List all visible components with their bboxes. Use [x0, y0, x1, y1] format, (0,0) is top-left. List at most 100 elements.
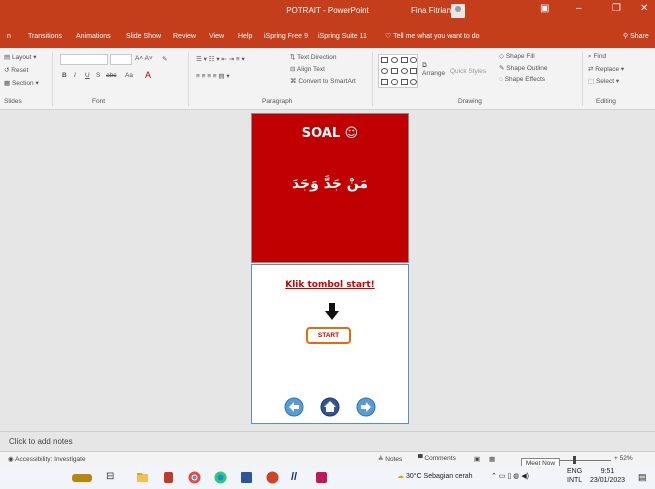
- language-label: ENG: [567, 468, 583, 475]
- app-slash-icon[interactable]: //: [291, 471, 304, 484]
- bold-button[interactable]: B: [62, 72, 67, 79]
- shadow-button[interactable]: S: [96, 72, 100, 79]
- strikethrough-button[interactable]: abc: [106, 72, 116, 79]
- weather-widget[interactable]: ☁ 30°C Sebagian cerah: [397, 472, 473, 480]
- language-layout-label: INTL: [567, 477, 583, 484]
- shapes-gallery[interactable]: [378, 54, 418, 88]
- shape-effects-button[interactable]: ◌ Shape Effects: [499, 76, 545, 83]
- bullets-icon[interactable]: ☰ ▾ ☷ ▾ ⇤ ⇥ ≡ ▾: [196, 55, 245, 63]
- divider: [372, 52, 373, 106]
- font-size-select[interactable]: [110, 54, 132, 65]
- find-button[interactable]: ⌕ Find: [588, 53, 606, 61]
- find-label: Find: [593, 53, 607, 60]
- chrome-icon[interactable]: [188, 471, 201, 484]
- divider: [52, 52, 53, 106]
- text-direction-button[interactable]: ⇅ Text Direction: [290, 53, 337, 61]
- home-icon[interactable]: [320, 397, 340, 417]
- arrange-button[interactable]: ⧉ Arrange: [422, 62, 445, 77]
- ribbon-display-icon[interactable]: ▣: [540, 3, 549, 14]
- quick-styles-button[interactable]: Quick Styles: [450, 68, 486, 75]
- grow-font-icon[interactable]: A˄ A˅: [135, 55, 153, 62]
- tab-review[interactable]: Review: [173, 33, 196, 40]
- close-icon[interactable]: ✕: [640, 3, 648, 14]
- notes-placeholder: Click to add notes: [9, 437, 73, 446]
- slide-top-panel[interactable]: SOAL ☺ مَنْ جَدَّ وَجَدَ: [251, 113, 409, 263]
- paragraph-group-label: Paragraph: [262, 98, 293, 105]
- file-explorer-icon[interactable]: [136, 471, 149, 484]
- maximize-icon[interactable]: ❐: [612, 3, 621, 14]
- change-case-button[interactable]: Aa: [125, 72, 133, 79]
- select-button[interactable]: ⬚ Select ▾: [588, 77, 619, 85]
- clock-date: 23/01/2023: [590, 477, 626, 484]
- weather-icon: ☁: [397, 473, 404, 480]
- tab-animations[interactable]: Animations: [76, 33, 111, 40]
- font-name-select[interactable]: [60, 54, 108, 65]
- tab-help[interactable]: Help: [238, 33, 252, 40]
- word-icon[interactable]: [240, 471, 253, 484]
- notification-icon[interactable]: ▤: [638, 472, 647, 483]
- notes-toggle[interactable]: ≜ Notes: [378, 455, 402, 463]
- accessibility-label: Accessibility: Investigate: [15, 456, 86, 463]
- tab-slide-show[interactable]: Slide Show: [126, 33, 161, 40]
- tab-transitions[interactable]: Transitions: [28, 33, 62, 40]
- slide-title: SOAL ☺: [301, 126, 359, 141]
- back-arrow-icon[interactable]: [284, 397, 304, 417]
- tab-home-partial[interactable]: n: [7, 33, 11, 40]
- start-button[interactable]: START: [306, 327, 351, 344]
- convert-smartart-label: Convert to SmartArt: [298, 78, 356, 85]
- select-label: Select: [595, 78, 615, 85]
- align-text-label: Align Text: [296, 66, 325, 73]
- start-prompt: Klik tombol start!: [285, 280, 375, 290]
- editing-group-label: Editing: [596, 98, 616, 105]
- underline-button[interactable]: U: [85, 72, 90, 79]
- section-label: Section: [11, 80, 34, 87]
- reset-button[interactable]: ↺ Reset: [4, 66, 28, 74]
- avatar[interactable]: [451, 4, 465, 18]
- align-text-button[interactable]: ⊟ Align Text: [290, 65, 325, 73]
- system-tray-icons[interactable]: ⌃ ▭ ▯ ◍ ◀): [491, 472, 529, 480]
- clear-formatting-icon[interactable]: ✎: [162, 55, 167, 63]
- zoom-slider-thumb[interactable]: [573, 456, 576, 464]
- powerpoint-icon[interactable]: [266, 471, 279, 484]
- minimize-icon[interactable]: –: [576, 3, 582, 14]
- clock[interactable]: 9:51 23/01/2023: [590, 467, 625, 485]
- layout-label: Layout: [11, 54, 32, 61]
- app-icon[interactable]: [162, 471, 175, 484]
- edge-icon[interactable]: [214, 471, 227, 484]
- ribbon-tabs: n Transitions Animations Slide Show Revi…: [0, 22, 655, 48]
- accessibility-status[interactable]: ◉ Accessibility: Investigate: [8, 455, 86, 463]
- task-view-icon[interactable]: ⊟: [106, 471, 119, 484]
- user-name[interactable]: Fina Fitriana: [411, 6, 455, 15]
- zoom-level[interactable]: + 52%: [614, 455, 633, 462]
- convert-smartart-button[interactable]: ⌘ Convert to SmartArt: [290, 77, 356, 85]
- lightbulb-icon: ♡: [385, 33, 392, 40]
- italic-button[interactable]: I: [74, 72, 76, 79]
- normal-view-icon[interactable]: ▣: [474, 455, 480, 463]
- notes-label: Notes: [385, 456, 403, 463]
- slide-sorter-icon[interactable]: ▦: [489, 455, 495, 463]
- font-color-button[interactable]: A: [145, 70, 151, 80]
- text-direction-label: Text Direction: [297, 54, 337, 61]
- media-app-icon[interactable]: [315, 471, 328, 484]
- forward-arrow-icon[interactable]: [356, 397, 376, 417]
- tab-ispring-free[interactable]: iSpring Free 9: [264, 33, 308, 40]
- tell-me-search[interactable]: ♡ Tell me what you want to do: [385, 32, 480, 40]
- shape-outline-label: Shape Outline: [506, 65, 548, 72]
- layout-button[interactable]: ▤ Layout ▾: [4, 53, 37, 61]
- tab-view[interactable]: View: [209, 33, 224, 40]
- replace-button[interactable]: ⇄ Replace ▾: [588, 65, 624, 73]
- title-bar: POTRAIT - PowerPoint Fina Fitriana ▣ – ❐…: [0, 0, 655, 22]
- section-button[interactable]: ▦ Section ▾: [4, 79, 39, 87]
- shape-fill-button[interactable]: ◇ Shape Fill: [499, 52, 535, 60]
- shape-outline-button[interactable]: ✎ Shape Outline: [499, 64, 547, 72]
- alignment-icons[interactable]: ≡ ≡ ≡ ≡ ▤ ▾: [196, 72, 230, 80]
- comments-toggle[interactable]: ▀ Comments: [418, 455, 456, 462]
- share-button[interactable]: ⚲ Share: [623, 32, 649, 40]
- slide-bottom-panel[interactable]: Klik tombol start! START: [251, 264, 409, 424]
- notes-pane[interactable]: Click to add notes: [0, 431, 655, 451]
- language-indicator[interactable]: ENG INTL: [567, 467, 582, 485]
- reset-label: Reset: [11, 67, 29, 74]
- arrow-down-icon: [325, 303, 339, 320]
- tab-ispring-suite[interactable]: iSpring Suite 11: [318, 33, 367, 40]
- weather-label: 30°C Sebagian cerah: [405, 473, 473, 480]
